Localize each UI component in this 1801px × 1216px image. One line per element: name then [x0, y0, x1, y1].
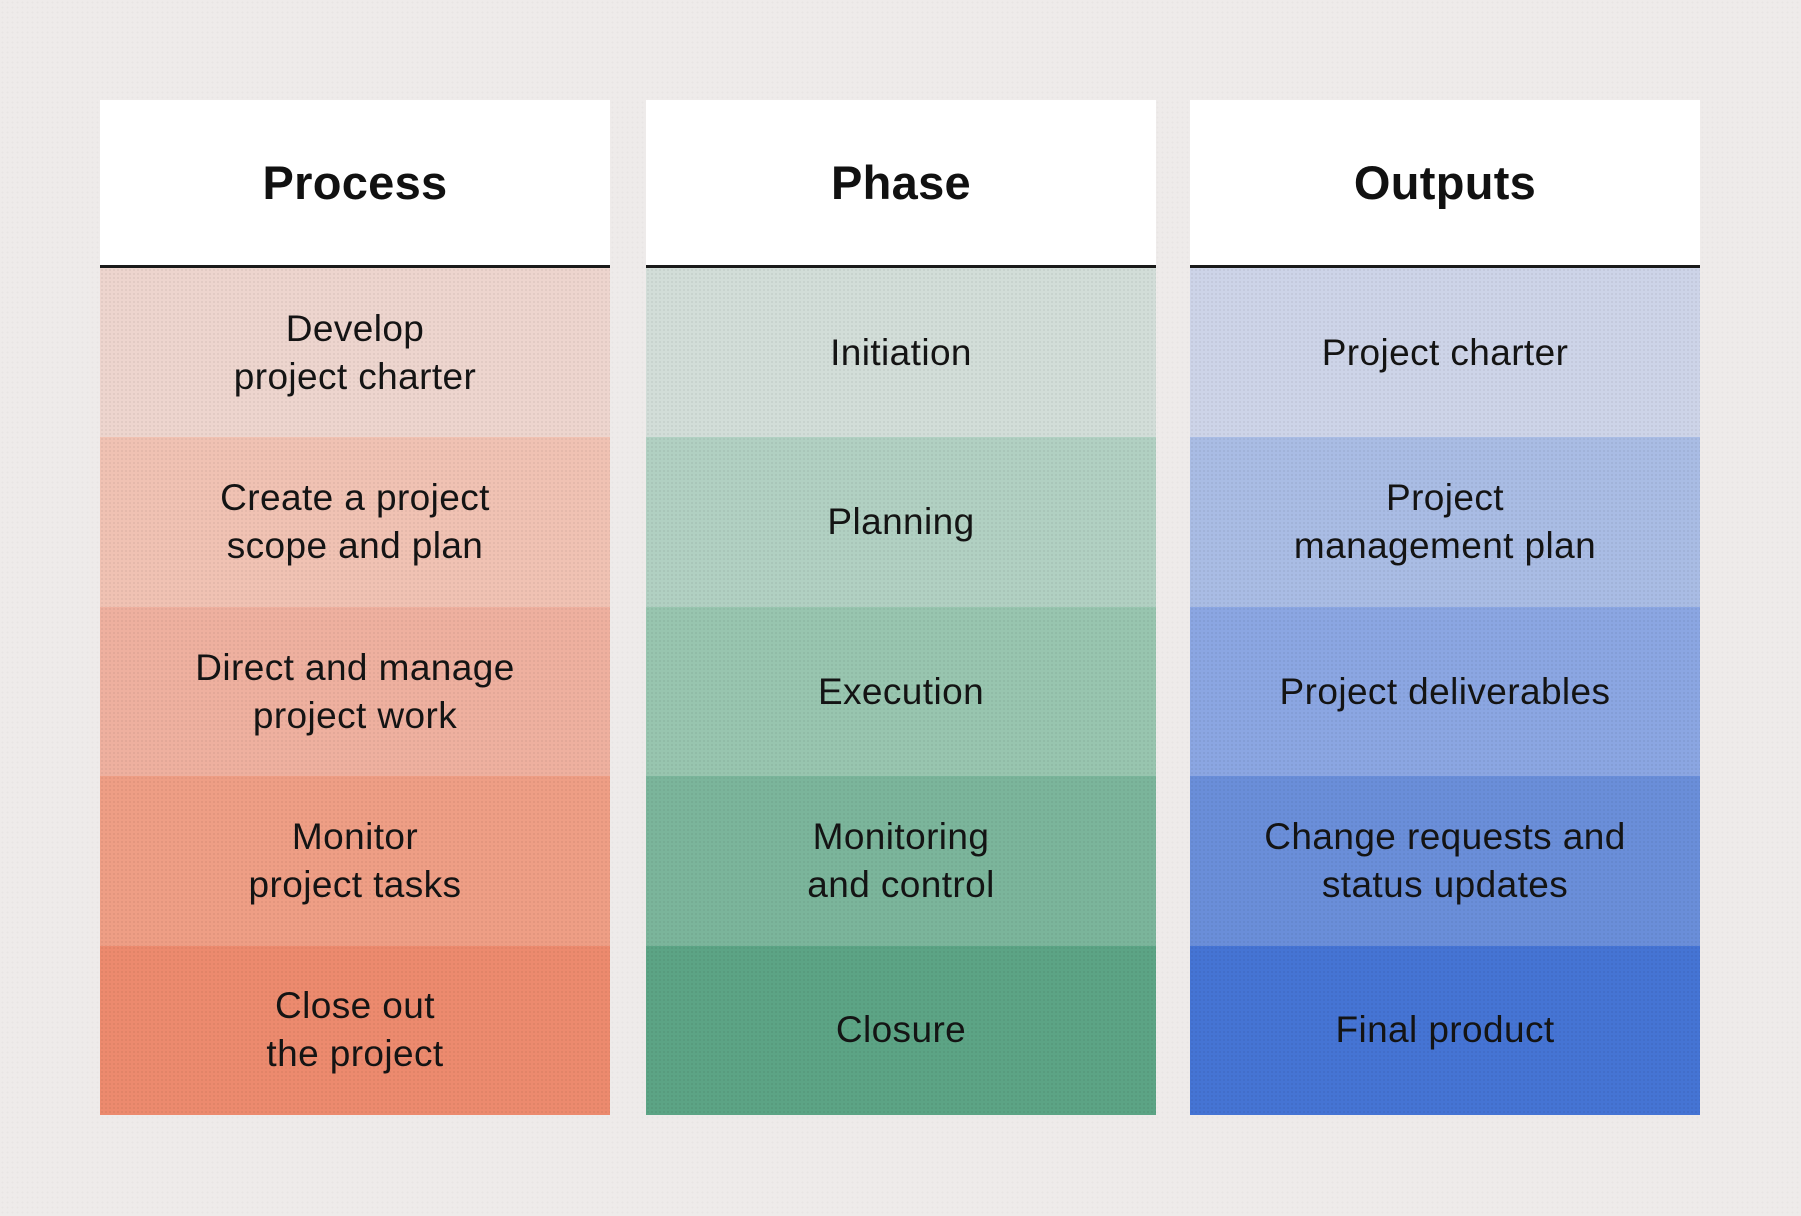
outputs-cell: Final product: [1190, 945, 1700, 1116]
phase-cell-text: Initiation: [830, 331, 972, 373]
process-cell: Direct and manage project work: [100, 606, 610, 777]
phase-cell-text: Monitoring and control: [807, 815, 995, 905]
phase-cell-text: Execution: [817, 670, 985, 712]
process-header-title: Process: [262, 156, 448, 209]
phase-cell: Execution: [646, 606, 1156, 777]
process-cell-text: Create a project scope and plan: [220, 477, 490, 567]
outputs-cell: Project deliverables: [1190, 606, 1700, 777]
process-cell: Create a project scope and plan: [100, 437, 610, 607]
outputs-column: Outputs Project charter Project manageme…: [1190, 100, 1700, 1116]
outputs-cell-text: Final product: [1335, 1009, 1555, 1051]
process-header: Process: [100, 100, 610, 268]
outputs-cell-text: Project charter: [1321, 331, 1569, 373]
outputs-cell: Project charter: [1190, 268, 1700, 438]
process-cell-text: Close out the project: [266, 985, 444, 1075]
phase-cell: Initiation: [646, 268, 1156, 438]
phase-header: Phase: [646, 100, 1156, 268]
phase-column: Phase Initiation Planning Execution Moni…: [646, 100, 1156, 1116]
phase-cell: Closure: [646, 945, 1156, 1116]
phase-header-title: Phase: [831, 156, 971, 209]
process-cell: Develop project charter: [100, 268, 610, 438]
process-cell-text: Develop project charter: [233, 307, 477, 397]
outputs-cell: Change requests and status updates: [1190, 776, 1700, 946]
phase-cell-text: Planning: [827, 501, 975, 543]
phase-cell: Monitoring and control: [646, 776, 1156, 946]
outputs-cell-text: Project deliverables: [1279, 670, 1611, 712]
process-cell: Close out the project: [100, 945, 610, 1116]
phase-cell-text: Closure: [835, 1009, 967, 1051]
process-column: Process Develop project charter Create a…: [100, 100, 610, 1116]
outputs-header-title: Outputs: [1353, 156, 1537, 209]
phase-cell: Planning: [646, 437, 1156, 607]
outputs-cell-text: Project management plan: [1293, 477, 1597, 567]
outputs-header: Outputs: [1190, 100, 1700, 268]
outputs-cell: Project management plan: [1190, 437, 1700, 607]
process-cell-text: Direct and manage project work: [195, 646, 515, 736]
process-cell: Monitor project tasks: [100, 776, 610, 946]
outputs-cell-text: Change requests and status updates: [1264, 815, 1626, 905]
process-cell-text: Monitor project tasks: [248, 815, 462, 905]
